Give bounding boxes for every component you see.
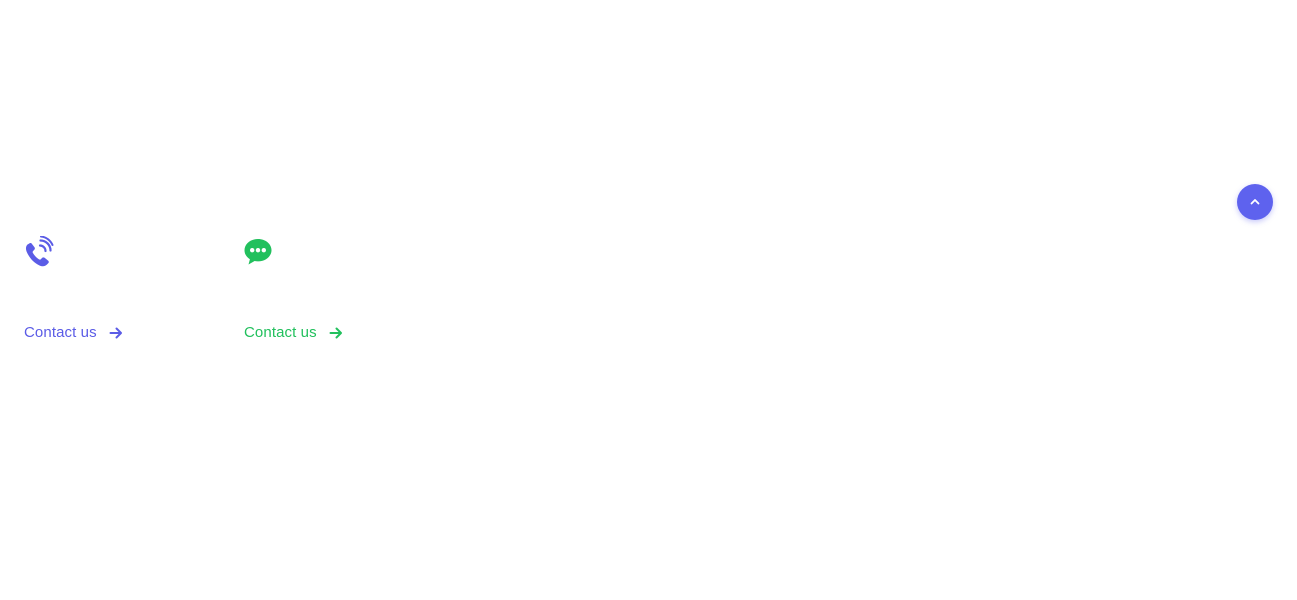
- phone-ringing-icon: [24, 236, 54, 268]
- chat-contact-us-link[interactable]: Contact us: [244, 324, 343, 341]
- phone-contact-card: Contact us: [24, 236, 224, 341]
- chat-contact-us-label: Contact us: [244, 324, 317, 341]
- phone-contact-us-link[interactable]: Contact us: [24, 324, 123, 341]
- arrow-right-icon: [329, 326, 343, 340]
- chat-bubble-icon: [244, 236, 274, 268]
- back-to-top-button[interactable]: [1237, 184, 1273, 220]
- page: Contact us Contact us: [0, 0, 1297, 600]
- chat-contact-card: Contact us: [244, 236, 444, 341]
- chevron-up-icon: [1249, 196, 1261, 208]
- phone-contact-us-label: Contact us: [24, 324, 97, 341]
- arrow-right-icon: [109, 326, 123, 340]
